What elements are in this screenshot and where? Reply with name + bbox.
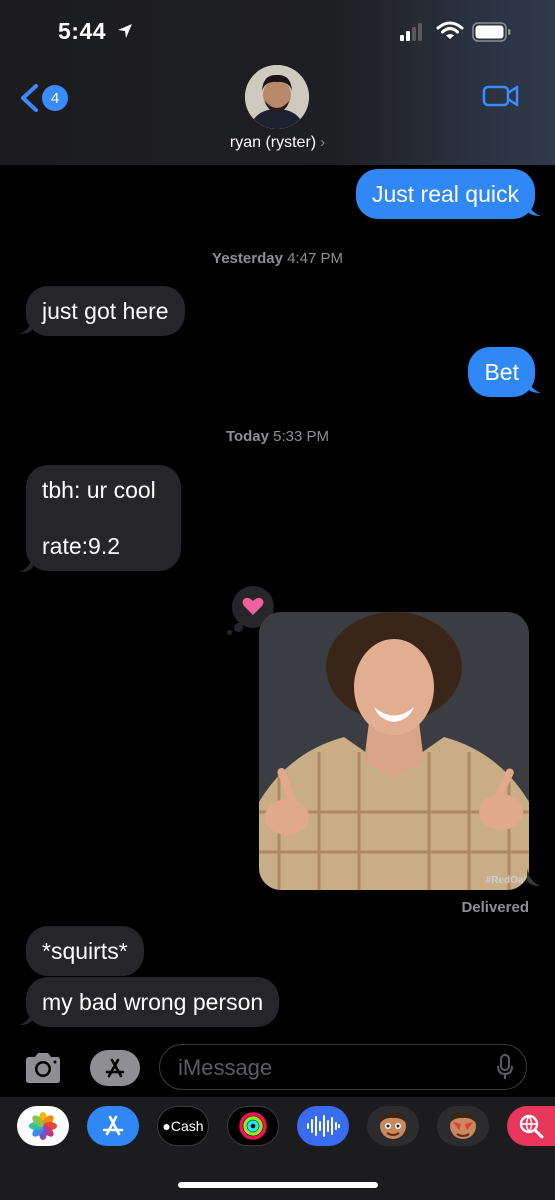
timestamp: Today 5:33 PM [225, 428, 330, 445]
apple-cash-label: Cash [170, 1118, 204, 1134]
message-line [42, 504, 165, 532]
memoji-stickers-app-button[interactable] [437, 1106, 489, 1146]
memoji-sticker-icon [450, 1111, 476, 1139]
bubble-tail [19, 554, 33, 572]
reaction-tail [234, 623, 243, 632]
bubble-tail [19, 316, 33, 334]
cellular-signal-icon [400, 23, 422, 41]
reaction-tail [227, 630, 232, 635]
app-store-icon [102, 1115, 124, 1136]
waveform-icon [307, 1115, 340, 1137]
wifi-icon [436, 21, 464, 39]
app-store-icon [105, 1058, 125, 1078]
contact-name[interactable]: ryan (ryster) › [0, 134, 555, 152]
location-arrow-icon [118, 24, 132, 38]
photos-app-button[interactable] [17, 1106, 69, 1146]
photo-person [259, 612, 529, 890]
avatar-photo [245, 65, 309, 129]
bubble-tail [527, 198, 541, 216]
battery-icon [472, 22, 511, 42]
audio-message-app-button[interactable] [297, 1106, 349, 1146]
message-input[interactable]: iMessage [159, 1044, 527, 1090]
message-bubble-incoming[interactable]: tbh: ur cool rate:9.2 [26, 465, 181, 571]
message-input-placeholder: iMessage [178, 1055, 273, 1080]
message-bubble-incoming[interactable]: my bad wrong person [26, 977, 280, 1027]
delivery-status: Delivered [461, 899, 529, 916]
message-line: tbh: ur cool [42, 477, 156, 503]
back-button[interactable]: 4 [18, 80, 78, 116]
activity-rings-icon [239, 1112, 267, 1140]
bubble-tail [19, 1007, 33, 1025]
message-bubble-incoming[interactable]: just got here [26, 286, 185, 336]
message-bubble-outgoing[interactable]: Bet [468, 347, 535, 397]
contact-avatar[interactable] [245, 65, 309, 129]
camera-icon[interactable] [22, 1050, 64, 1086]
activity-app-button[interactable] [227, 1106, 279, 1146]
globe-search-icon [519, 1114, 544, 1139]
apple-cash-app-button[interactable]: ● Cash [157, 1106, 209, 1146]
microphone-icon[interactable] [496, 1054, 514, 1080]
timestamp: Yesterday 4:47 PM [212, 250, 343, 267]
chevron-left-icon [21, 84, 38, 112]
memoji-app-button[interactable] [367, 1106, 419, 1146]
bubble-tail [527, 375, 541, 393]
memoji-icon [380, 1111, 406, 1139]
apple-logo-icon: ● [162, 1118, 171, 1134]
status-time: 5:44 [58, 18, 107, 44]
app-store-app-button[interactable] [87, 1106, 139, 1146]
bubble-tail [527, 868, 541, 886]
app-store-button[interactable] [90, 1050, 140, 1086]
message-bubble-outgoing[interactable]: Just real quick [355, 169, 535, 219]
message-line: rate:9.2 [42, 533, 120, 559]
chevron-right-icon: › [320, 134, 326, 151]
photos-icon [29, 1112, 57, 1140]
home-indicator[interactable] [178, 1182, 378, 1188]
image-message[interactable]: #RedOak [259, 612, 529, 890]
image-watermark: #RedOak [485, 875, 529, 886]
web-images-app-button[interactable] [507, 1106, 555, 1146]
contact-name-label: ryan (ryster) [229, 134, 317, 151]
facetime-video-icon[interactable] [482, 82, 520, 110]
message-bubble-incoming[interactable]: *squirts* [26, 926, 144, 976]
unread-count-badge: 4 [42, 85, 68, 111]
